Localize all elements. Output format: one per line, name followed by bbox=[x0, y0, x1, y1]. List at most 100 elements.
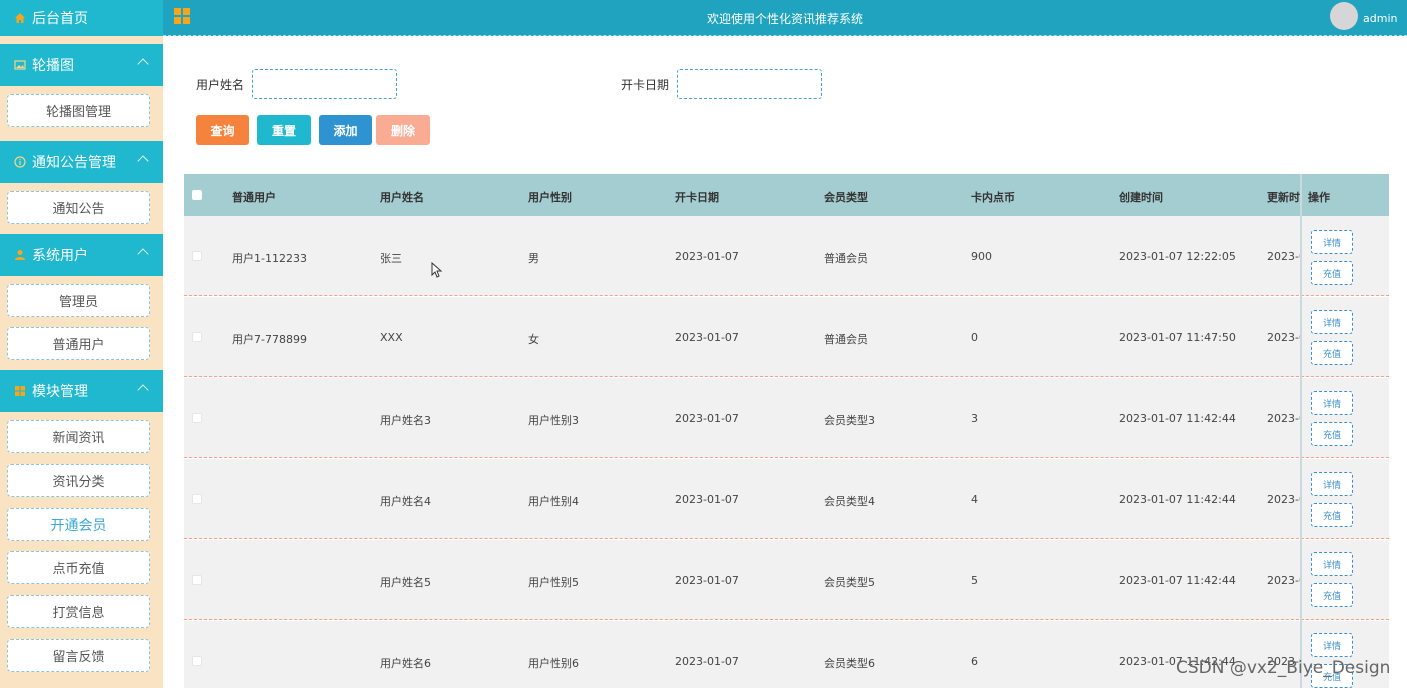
table-cell: 用户7-778899 bbox=[232, 333, 307, 346]
sidebar-group-modules[interactable]: 模块管理 bbox=[0, 370, 163, 412]
home-icon bbox=[15, 13, 25, 23]
table-cell: 用户姓名3 bbox=[380, 414, 431, 427]
date-search-input[interactable] bbox=[677, 69, 822, 99]
row-checkbox[interactable] bbox=[192, 332, 202, 342]
sidebar-group-label: 通知公告管理 bbox=[32, 155, 116, 171]
table-cell: 2023-0 bbox=[1267, 250, 1300, 263]
sidebar-item-news[interactable]: 新闻资讯 bbox=[7, 420, 150, 453]
sidebar-item-notice[interactable]: 通知公告 bbox=[7, 191, 150, 224]
reset-button[interactable]: 重置 bbox=[257, 115, 311, 145]
sidebar: 后台首页 轮播图 轮播图管理 通知公告管理 通知公告 系统用户 管理员 普通用户… bbox=[0, 0, 163, 688]
chevron-up-icon bbox=[137, 155, 149, 167]
delete-button[interactable]: 删除 bbox=[376, 115, 430, 145]
detail-button[interactable]: 详情 bbox=[1311, 230, 1353, 254]
column-header: 更新时间 bbox=[1267, 191, 1300, 204]
sidebar-item-label: 资讯分类 bbox=[52, 475, 105, 490]
table-row[interactable]: 用户姓名4 用户性别4 2023-01-07 会员类型4 4 2023-01-0… bbox=[184, 459, 1389, 539]
sidebar-item-admin[interactable]: 管理员 bbox=[7, 284, 150, 317]
sidebar-item-normal-user[interactable]: 普通用户 bbox=[7, 327, 150, 360]
username[interactable]: admin bbox=[1363, 12, 1397, 25]
sidebar-item-label: 管理员 bbox=[58, 295, 98, 310]
sidebar-item-label: 新闻资讯 bbox=[52, 431, 105, 446]
sidebar-group-notice[interactable]: 通知公告管理 bbox=[0, 141, 163, 183]
table-cell: 2023-01-07 bbox=[675, 574, 739, 587]
table-cell: 会员类型3 bbox=[824, 414, 875, 427]
recharge-button[interactable]: 充值 bbox=[1311, 261, 1353, 285]
sidebar-item-membership[interactable]: 开通会员 bbox=[7, 508, 150, 541]
table-cell: 用户性别6 bbox=[528, 657, 579, 670]
table-row[interactable]: 用户7-778899 XXX 女 2023-01-07 普通会员 0 2023-… bbox=[184, 297, 1389, 377]
table-cell: 用户性别4 bbox=[528, 495, 579, 508]
query-button[interactable]: 查询 bbox=[196, 115, 249, 145]
sidebar-item-carousel-manage[interactable]: 轮播图管理 bbox=[7, 94, 150, 127]
add-button[interactable]: 添加 bbox=[319, 115, 372, 145]
detail-button[interactable]: 详情 bbox=[1311, 633, 1353, 657]
row-checkbox[interactable] bbox=[192, 656, 202, 666]
table-cell: 2023-01-07 11:42:44 bbox=[1119, 493, 1236, 506]
table-cell: 2023-01-07 bbox=[675, 250, 739, 263]
table-cell: 0 bbox=[971, 331, 978, 344]
row-checkbox[interactable] bbox=[192, 251, 202, 261]
sidebar-item-reward[interactable]: 打赏信息 bbox=[7, 595, 150, 628]
sidebar-home[interactable]: 后台首页 bbox=[0, 0, 163, 36]
table-row[interactable]: 用户姓名3 用户性别3 2023-01-07 会员类型3 3 2023-01-0… bbox=[184, 378, 1389, 458]
detail-button[interactable]: 详情 bbox=[1311, 552, 1353, 576]
table-cell: 普通会员 bbox=[824, 333, 868, 346]
table-cell: 2023-01-07 12:22:05 bbox=[1119, 250, 1236, 263]
sidebar-group-system-users[interactable]: 系统用户 bbox=[0, 234, 163, 276]
table-cell: 2023-01-07 bbox=[675, 331, 739, 344]
table-cell: 2023-01-07 11:42:44 bbox=[1119, 412, 1236, 425]
table-cell: 2023-01-07 11:42:44 bbox=[1119, 574, 1236, 587]
topbar: 欢迎使用个性化资讯推荐系统 admin bbox=[163, 0, 1407, 36]
detail-button[interactable]: 详情 bbox=[1311, 310, 1353, 334]
avatar[interactable] bbox=[1330, 2, 1358, 30]
table-row[interactable]: 用户1-112233 张三 男 2023-01-07 普通会员 900 2023… bbox=[184, 216, 1389, 296]
table-cell: 用户性别3 bbox=[528, 414, 579, 427]
sidebar-item-label: 点币充值 bbox=[52, 562, 105, 577]
column-header: 开卡日期 bbox=[675, 191, 719, 204]
table-cell: XXX bbox=[380, 331, 403, 344]
table-header: 普通用户 用户姓名 用户性别 开卡日期 会员类型 卡内点币 创建时间 更新时间 … bbox=[184, 174, 1389, 216]
table-cell: 张三 bbox=[380, 252, 402, 265]
sidebar-item-news-category[interactable]: 资讯分类 bbox=[7, 464, 150, 497]
date-search-label: 开卡日期 bbox=[621, 78, 670, 92]
table-cell: 男 bbox=[528, 252, 539, 265]
table-cell: 2023-01-07 bbox=[675, 412, 739, 425]
table-cell: 3 bbox=[971, 412, 978, 425]
image-icon bbox=[14, 60, 26, 70]
recharge-button[interactable]: 充值 bbox=[1311, 503, 1353, 527]
column-header: 用户性别 bbox=[528, 191, 572, 204]
detail-button[interactable]: 详情 bbox=[1311, 472, 1353, 496]
select-all-checkbox[interactable] bbox=[192, 190, 202, 200]
row-checkbox[interactable] bbox=[192, 575, 202, 585]
mouse-cursor-icon bbox=[431, 262, 443, 278]
row-checkbox[interactable] bbox=[192, 494, 202, 504]
table-cell: 6 bbox=[971, 655, 978, 668]
table-cell: 会员类型4 bbox=[824, 495, 875, 508]
sidebar-item-feedback[interactable]: 留言反馈 bbox=[7, 639, 150, 672]
table-cell: 5 bbox=[971, 574, 978, 587]
sidebar-group-carousel[interactable]: 轮播图 bbox=[0, 44, 163, 86]
table-cell: 会员类型5 bbox=[824, 576, 875, 589]
sidebar-group-label: 模块管理 bbox=[32, 384, 88, 400]
recharge-button[interactable]: 充值 bbox=[1311, 583, 1353, 607]
column-header: 会员类型 bbox=[824, 191, 868, 204]
table-cell: 用户1-112233 bbox=[232, 252, 307, 265]
recharge-button[interactable]: 充值 bbox=[1311, 341, 1353, 365]
column-header: 普通用户 bbox=[232, 191, 276, 204]
table-cell: 用户姓名6 bbox=[380, 657, 431, 670]
detail-button[interactable]: 详情 bbox=[1311, 391, 1353, 415]
table-cell: 2023-0 bbox=[1267, 574, 1300, 587]
table-cell: 2023-0 bbox=[1267, 331, 1300, 344]
grid-icon bbox=[15, 386, 25, 396]
sidebar-item-label: 轮播图管理 bbox=[45, 105, 111, 120]
name-search-input[interactable] bbox=[252, 69, 397, 99]
column-header: 创建时间 bbox=[1119, 191, 1163, 204]
row-checkbox[interactable] bbox=[192, 413, 202, 423]
recharge-button[interactable]: 充值 bbox=[1311, 422, 1353, 446]
sidebar-group-label: 系统用户 bbox=[32, 248, 88, 264]
table-cell: 用户姓名5 bbox=[380, 576, 431, 589]
name-search-label: 用户姓名 bbox=[196, 78, 245, 92]
table-row[interactable]: 用户姓名5 用户性别5 2023-01-07 会员类型5 5 2023-01-0… bbox=[184, 540, 1389, 620]
sidebar-item-coin-recharge[interactable]: 点币充值 bbox=[7, 551, 150, 584]
